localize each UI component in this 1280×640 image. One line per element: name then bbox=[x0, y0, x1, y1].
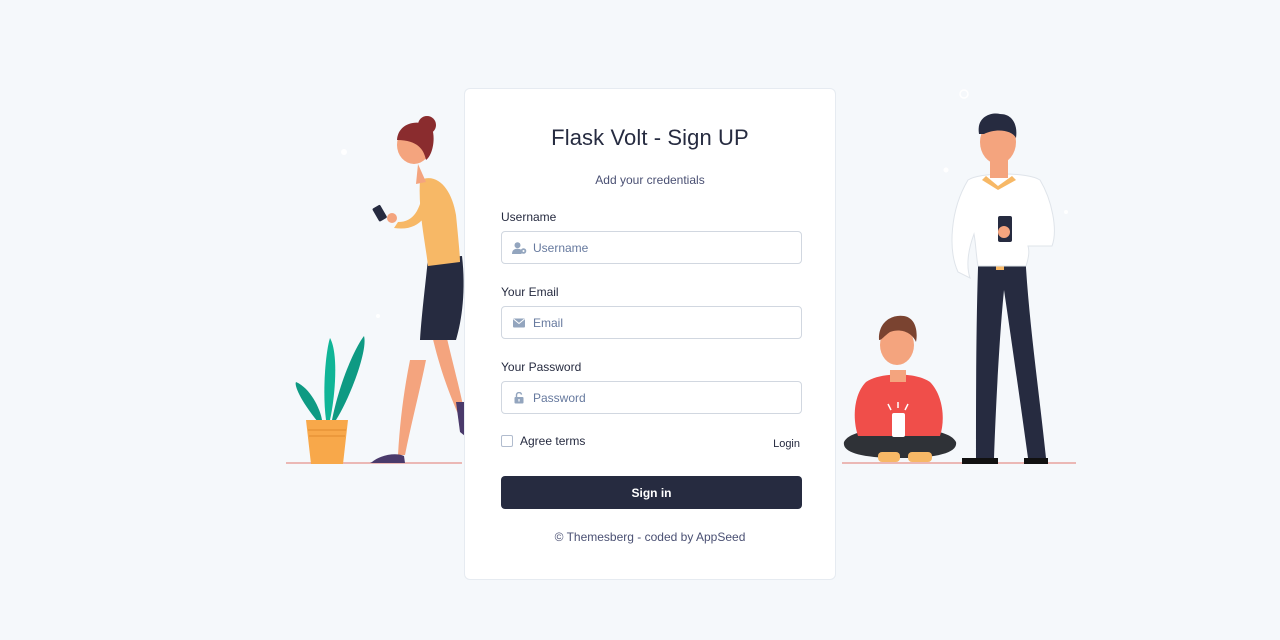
footer-copyright: © Themesberg bbox=[554, 530, 634, 544]
boy-illustration bbox=[843, 315, 957, 462]
footer-credits: © Themesberg - coded by AppSeed bbox=[465, 530, 835, 544]
username-input-group[interactable] bbox=[501, 231, 802, 264]
plant-icon bbox=[295, 336, 365, 464]
username-label: Username bbox=[501, 210, 557, 224]
footer-separator: - coded by bbox=[637, 530, 694, 544]
login-link[interactable]: Login bbox=[773, 438, 800, 450]
woman-illustration bbox=[370, 116, 465, 463]
page-title: Flask Volt - Sign UP bbox=[551, 125, 749, 150]
footer-author-link[interactable]: AppSeed bbox=[696, 530, 745, 544]
user-icon bbox=[502, 241, 533, 254]
password-input-group[interactable] bbox=[501, 381, 802, 414]
email-input-group[interactable] bbox=[501, 306, 802, 339]
agree-terms-label[interactable]: Agree terms bbox=[520, 434, 585, 448]
man-illustration bbox=[951, 113, 1055, 464]
signup-card: Flask Volt - Sign UP Add your credential… bbox=[464, 88, 836, 580]
agree-terms-checkbox[interactable] bbox=[501, 435, 513, 447]
agree-terms-row[interactable]: Agree terms bbox=[501, 434, 585, 448]
email-label: Your Email bbox=[501, 285, 559, 299]
email-input[interactable] bbox=[533, 315, 801, 330]
envelope-icon bbox=[502, 318, 533, 328]
username-input[interactable] bbox=[533, 240, 801, 255]
password-input[interactable] bbox=[533, 390, 801, 405]
page-subtitle: Add your credentials bbox=[595, 173, 705, 187]
unlock-icon bbox=[502, 391, 533, 404]
password-label: Your Password bbox=[501, 360, 582, 374]
sign-in-button[interactable]: Sign in bbox=[501, 476, 802, 509]
